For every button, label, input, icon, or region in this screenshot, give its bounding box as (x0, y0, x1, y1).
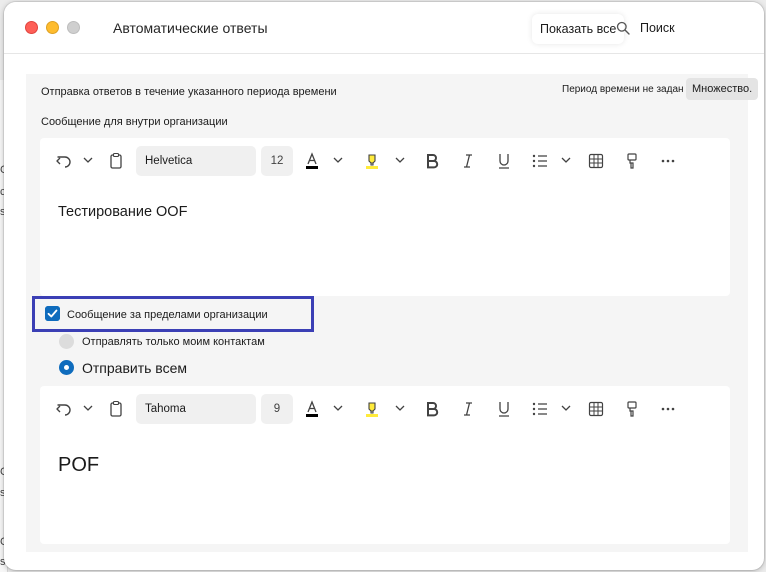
font-color-icon[interactable] (302, 151, 322, 171)
underline-icon[interactable] (494, 151, 514, 171)
font-family-select[interactable]: Helvetica (136, 146, 256, 176)
chevron-down-icon[interactable] (332, 402, 344, 414)
more-options-icon[interactable] (658, 399, 678, 419)
font-family-select[interactable]: Tahoma (136, 394, 256, 424)
titlebar: Автоматические ответы Показать все Поиск (4, 2, 764, 54)
auto-replies-content: Отправка ответов в течение указанного пе… (26, 74, 759, 552)
radio-contacts-only-label: Отправлять только моим контактам (82, 336, 265, 348)
format-painter-icon[interactable] (622, 151, 642, 171)
radio-send-all[interactable] (59, 360, 74, 375)
window-title: Автоматические ответы (113, 20, 268, 36)
chevron-down-icon[interactable] (82, 154, 94, 166)
search-input[interactable]: Поиск (640, 21, 675, 35)
period-label: Отправка ответов в течение указанного пе… (41, 86, 337, 98)
font-size-select[interactable]: 9 (261, 394, 293, 424)
close-window-button[interactable] (25, 21, 38, 34)
search-icon[interactable] (616, 21, 630, 35)
bullet-list-icon[interactable] (530, 151, 550, 171)
internal-message-body[interactable]: Тестирование OOF (58, 204, 187, 220)
bold-icon[interactable] (422, 399, 442, 419)
highlighter-icon[interactable] (362, 399, 382, 419)
internal-message-label: Сообщение для внутри организации (41, 116, 228, 128)
underline-icon[interactable] (494, 399, 514, 419)
period-options-button[interactable]: Множество. (686, 78, 759, 100)
auto-replies-window: Автоматические ответы Показать все Поиск… (4, 2, 764, 570)
chevron-down-icon[interactable] (332, 154, 344, 166)
radio-contacts-only[interactable] (59, 334, 74, 349)
period-status: Период времени не задан (562, 84, 684, 95)
zoom-window-button[interactable] (67, 21, 80, 34)
external-message-body[interactable]: POF (58, 454, 99, 477)
chevron-down-icon[interactable] (82, 402, 94, 414)
table-icon[interactable] (586, 399, 606, 419)
external-message-checkbox[interactable] (45, 306, 60, 321)
external-message-editor: Tahoma 9 POF (40, 386, 730, 544)
highlighter-icon[interactable] (362, 151, 382, 171)
undo-icon[interactable] (54, 151, 74, 171)
internal-message-editor: Helvetica 12 Тестирование OOF (40, 138, 730, 296)
bullet-list-icon[interactable] (530, 399, 550, 419)
clipboard-icon[interactable] (106, 151, 126, 171)
clipboard-icon[interactable] (106, 399, 126, 419)
minimize-window-button[interactable] (46, 21, 59, 34)
font-color-icon[interactable] (302, 399, 322, 419)
bold-icon[interactable] (422, 151, 442, 171)
chevron-down-icon[interactable] (560, 402, 572, 414)
chevron-down-icon[interactable] (560, 154, 572, 166)
undo-icon[interactable] (54, 399, 74, 419)
internal-toolbar: Helvetica 12 (40, 138, 730, 184)
chevron-down-icon[interactable] (394, 154, 406, 166)
more-options-icon[interactable] (658, 151, 678, 171)
show-all-button[interactable]: Показать все (532, 14, 625, 44)
radio-send-all-label: Отправить всем (82, 360, 187, 376)
chevron-down-icon[interactable] (394, 402, 406, 414)
external-toolbar: Tahoma 9 (40, 386, 730, 432)
table-icon[interactable] (586, 151, 606, 171)
external-message-label: Сообщение за пределами организации (67, 309, 268, 321)
format-painter-icon[interactable] (622, 399, 642, 419)
font-size-select[interactable]: 12 (261, 146, 293, 176)
italic-icon[interactable] (458, 399, 478, 419)
italic-icon[interactable] (458, 151, 478, 171)
external-message-focus-outline: Сообщение за пределами организации (32, 296, 314, 332)
